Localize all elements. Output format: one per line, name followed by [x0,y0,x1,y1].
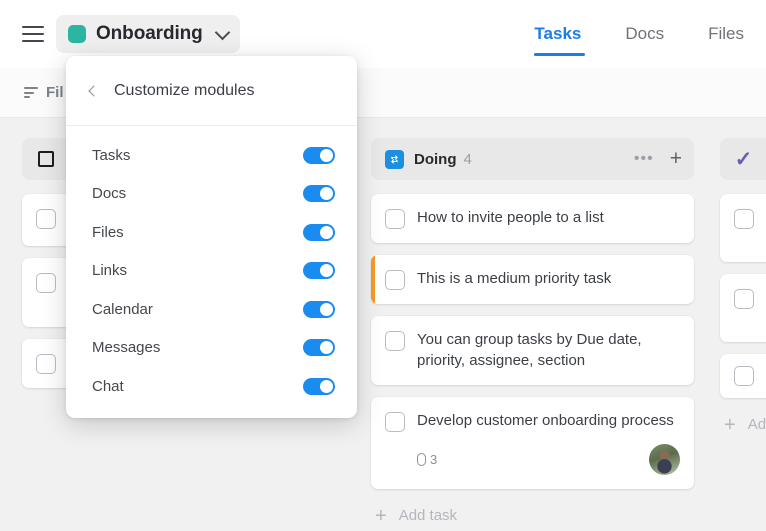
task-checkbox[interactable] [385,209,405,229]
task-title: This is a medium priority task [417,270,612,287]
plus-icon: + [375,504,387,527]
task-checkbox[interactable] [36,354,56,375]
task-checkbox[interactable] [385,270,405,290]
task-card[interactable]: W [720,194,766,262]
module-label: Files [92,223,124,241]
tab-files[interactable]: Files [686,0,766,68]
project-name: Onboarding [96,23,203,44]
panel-header: Customize modules [66,56,357,126]
paperclip-icon [417,453,426,467]
module-toggle-files[interactable] [303,223,335,241]
filter-button[interactable]: Fil [24,84,64,101]
filter-label: Fil [46,84,64,101]
chevron-left-icon[interactable] [88,84,100,97]
module-label: Messages [92,339,161,357]
task-checkbox[interactable] [734,366,754,386]
tab-docs[interactable]: Docs [603,0,686,68]
customize-modules-panel: Customize modules Tasks Docs Files Links… [66,56,357,418]
add-task-label: Add task [747,416,766,433]
module-row-files[interactable]: Files [66,213,357,252]
module-label: Tasks [92,146,131,164]
module-toggle-chat[interactable] [303,377,335,395]
filter-icon [24,87,38,98]
board-column-doing: Doing 4 ••• + How to invite people to a … [371,138,694,531]
module-label: Links [92,262,128,280]
task-title: Develop customer onboarding process [417,412,674,430]
task-card[interactable]: You can group tasks by Due date, priorit… [371,316,694,386]
tab-tasks[interactable]: Tasks [512,0,603,68]
sync-arrows-icon [385,149,404,169]
column-title: Doing [414,150,457,168]
module-row-links[interactable]: Links [66,252,357,291]
avatar[interactable] [649,444,680,476]
task-checkbox[interactable] [36,209,56,229]
column-header-doing[interactable]: Doing 4 ••• + [371,138,694,180]
app-root: Onboarding Tasks Docs Files Fil Doing 4 … [0,0,766,531]
module-label: Docs [92,185,127,203]
task-card[interactable]: This is a medium priority task [371,255,694,304]
module-toggle-links[interactable] [303,262,335,280]
checkmark-icon: ✓ [734,147,753,171]
module-row-chat[interactable]: Chat [66,367,357,406]
task-card[interactable]: S [720,274,766,342]
ellipsis-icon[interactable]: ••• [634,151,654,167]
add-task-plus-icon[interactable]: + [670,148,682,169]
attachment-count-label: 3 [430,452,438,468]
panel-title: Customize modules [114,81,255,99]
task-checkbox[interactable] [36,273,56,293]
task-checkbox[interactable] [734,209,754,229]
task-card[interactable]: How to invite people to a list [371,194,694,243]
module-row-docs[interactable]: Docs [66,175,357,214]
column-header-done[interactable]: ✓ [720,138,766,180]
task-checkbox[interactable] [385,412,405,433]
project-color-swatch [68,25,86,43]
task-card[interactable]: Develop customer onboarding process 3 [371,397,694,490]
attachment-count: 3 [417,452,437,467]
square-outline-icon [36,150,55,169]
board-column-done: ✓ W S A [720,138,766,531]
add-task-label: Add task [398,507,458,525]
task-card[interactable]: A [720,354,766,398]
module-toggle-docs[interactable] [303,185,335,203]
task-title: You can group tasks by Due date, priorit… [417,331,642,369]
nav-tabs: Tasks Docs Files [512,0,766,68]
hamburger-menu-icon[interactable] [22,26,44,42]
module-toggle-tasks[interactable] [303,146,335,164]
hamburger-line [22,40,44,42]
module-toggle-calendar[interactable] [303,300,335,318]
task-checkbox[interactable] [734,289,754,309]
module-list: Tasks Docs Files Links Calendar Messages [66,126,357,406]
module-label: Chat [92,377,124,395]
plus-icon: + [724,413,736,436]
project-selector[interactable]: Onboarding [56,15,240,53]
hamburger-line [22,26,44,28]
module-label: Calendar [92,300,153,318]
add-task-button[interactable]: + Add task [720,410,766,436]
module-row-messages[interactable]: Messages [66,329,357,368]
column-count: 4 [463,150,472,168]
hamburger-line [22,33,44,35]
module-toggle-messages[interactable] [303,339,335,357]
task-checkbox[interactable] [385,331,405,351]
chevron-down-icon[interactable] [214,24,230,40]
add-task-button[interactable]: + Add task [371,501,694,527]
module-row-calendar[interactable]: Calendar [66,290,357,329]
module-row-tasks[interactable]: Tasks [66,136,357,175]
task-title: How to invite people to a list [417,209,604,226]
